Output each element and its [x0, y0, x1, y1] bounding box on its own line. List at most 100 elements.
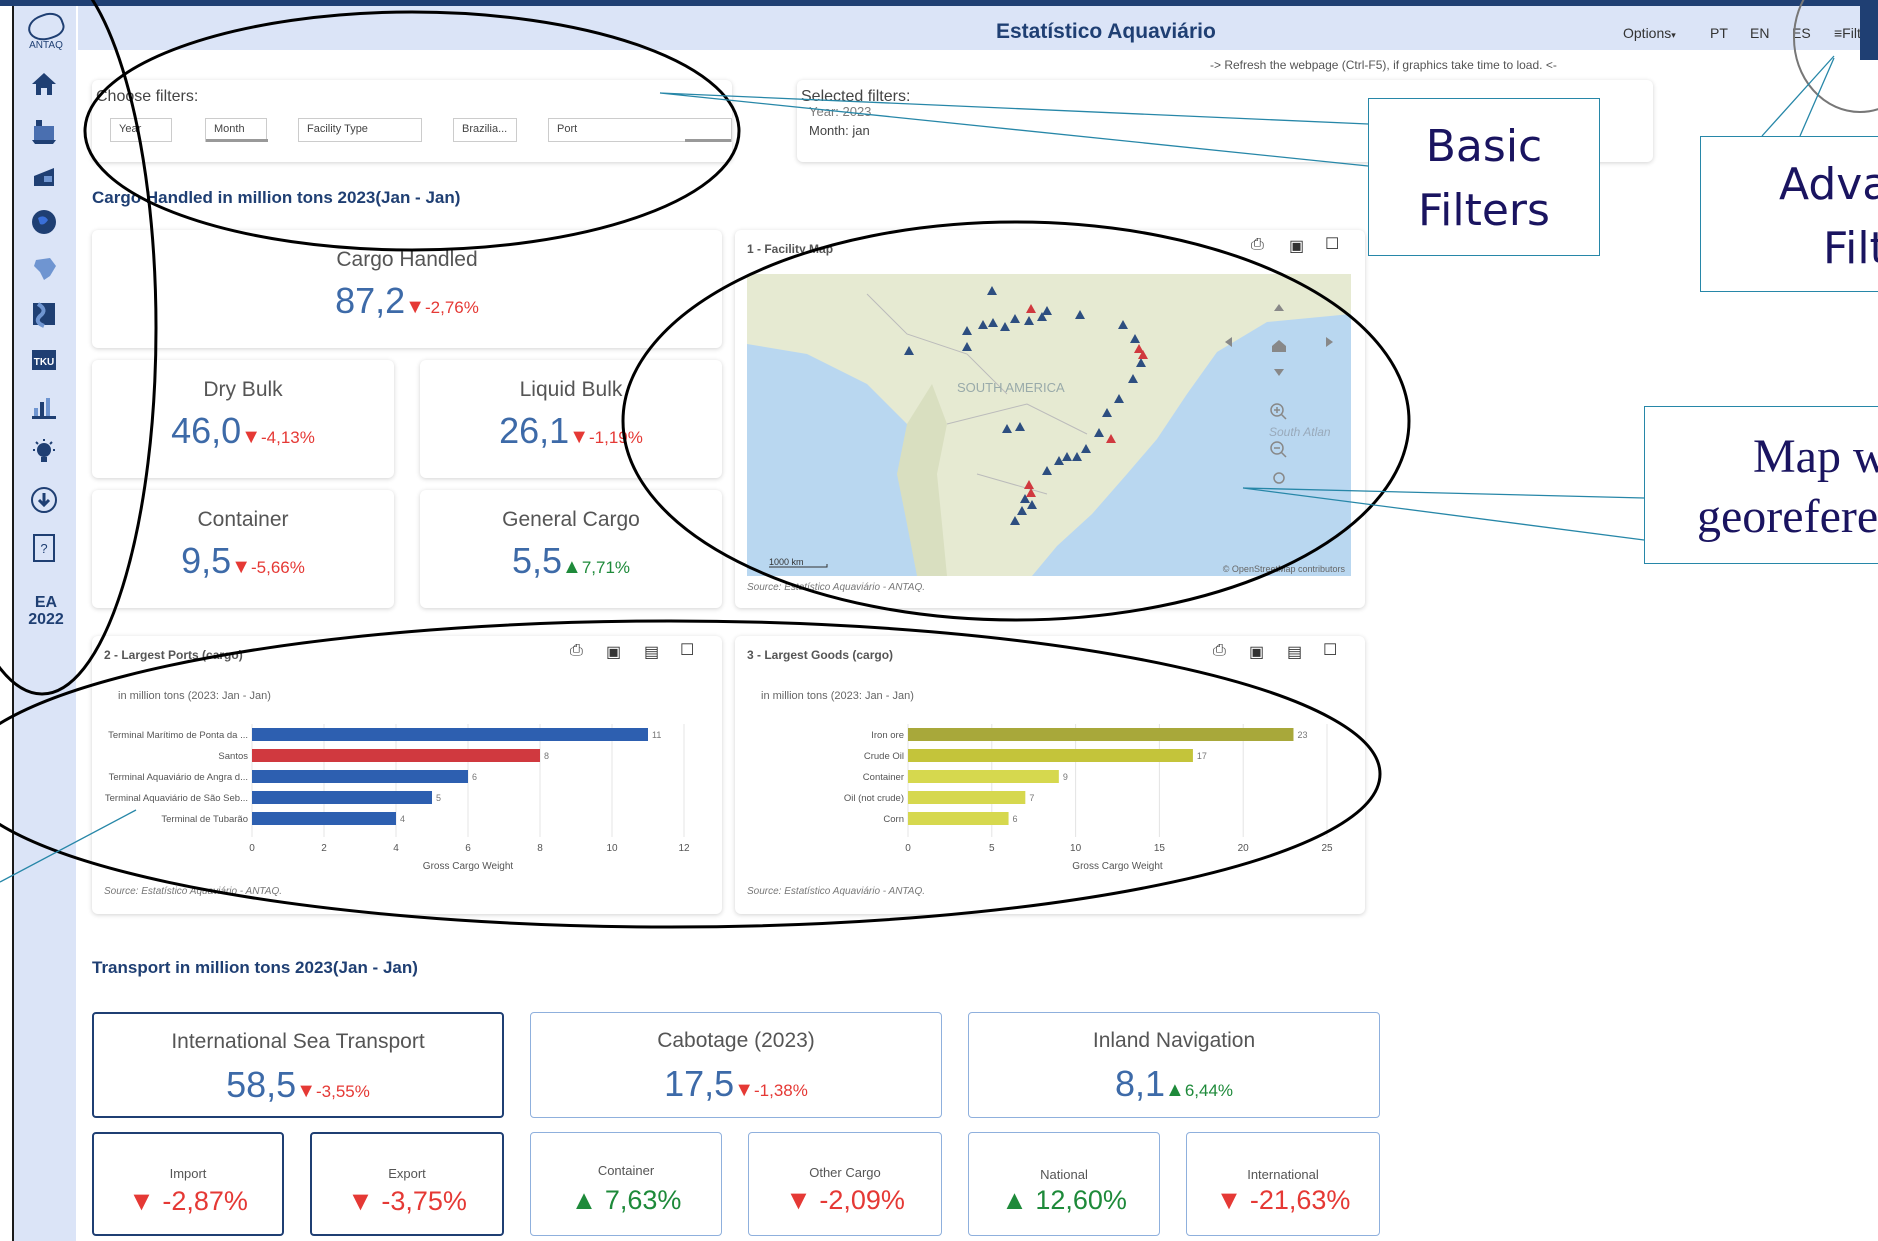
print-icon[interactable]: ⎙ — [1213, 642, 1226, 660]
kpi-general-cargo-value: 5,5▲7,71% — [420, 540, 722, 582]
help-document-icon[interactable]: ? — [28, 532, 60, 564]
print-icon[interactable]: ⎙ — [570, 642, 583, 660]
largest-ports-chart[interactable]: 0 2 4 6 8 10 12 Terminal Marítimo de Ponta da .… — [92, 716, 722, 876]
kpi-national[interactable]: National ▲ 12,60% — [968, 1132, 1160, 1236]
cargo-section-title: Cargo Handled in million tons 2023(Jan -… — [92, 188, 461, 207]
kpi-change: 12,60% — [1035, 1185, 1127, 1215]
bar — [908, 791, 1026, 804]
kpi-international-sea[interactable]: International Sea Transport 58,5▼-3,55% — [92, 1012, 504, 1118]
kpi-other-cargo-label: Other Cargo — [809, 1165, 881, 1180]
kpi-change: -1,38% — [754, 1081, 808, 1100]
kpi-cabotage-container[interactable]: Container ▲ 7,63% — [530, 1132, 722, 1236]
lang-es[interactable]: ES — [1792, 25, 1811, 41]
lightbulb-icon[interactable] — [28, 436, 60, 468]
tku-icon[interactable]: TKU — [28, 344, 60, 376]
port-cargo-icon[interactable] — [28, 114, 60, 146]
x-tick-label: 25 — [1321, 843, 1333, 854]
kpi-change: -3,75% — [381, 1186, 467, 1216]
x-tick-label: 6 — [465, 843, 471, 854]
app-title: Estatístico Aquaviário — [996, 20, 1216, 43]
fullscreen-icon[interactable]: ☐ — [1323, 640, 1337, 660]
kpi-general-cargo[interactable]: General Cargo 5,5▲7,71% — [420, 490, 722, 608]
filter-port[interactable]: Port — [548, 118, 732, 142]
bar-value-label: 7 — [1029, 793, 1034, 803]
logo-text: ANTAQ — [29, 40, 63, 51]
kpi-international[interactable]: International ▼ -21,63% — [1186, 1132, 1380, 1236]
kpi-cabotage[interactable]: Cabotage (2023) 17,5▼-1,38% — [530, 1012, 942, 1118]
bar — [252, 770, 468, 783]
kpi-inland-navigation[interactable]: Inland Navigation 8,1▲6,44% — [968, 1012, 1380, 1118]
down-arrow-icon: ▼ — [241, 426, 261, 448]
kpi-value: 8,1 — [1114, 1063, 1166, 1104]
ship-dock-icon[interactable] — [28, 160, 60, 192]
kpi-value: 46,0 — [171, 410, 242, 451]
facility-map-card: 1 - Facility Map ⎙ ▣ ☐ SOUTH AMERICA Sou… — [735, 230, 1365, 608]
largest-goods-chart[interactable]: 0 5 10 15 20 25 Iron ore 23 Crude Oil 17 Container… — [735, 716, 1365, 876]
largest-ports-card: 2 - Largest Ports (cargo) ⎙ ▣ ▤ ☐ in mil… — [92, 636, 722, 914]
antaq-logo[interactable]: ANTAQ — [22, 8, 70, 54]
bar-chart-icon[interactable] — [28, 390, 60, 422]
category-label: Container — [863, 772, 904, 783]
filter-facility-type-label: Facility Type — [307, 123, 368, 135]
kpi-export[interactable]: Export ▼ -3,75% — [310, 1132, 504, 1236]
kpi-change: 7,63% — [604, 1185, 682, 1215]
bar-value-label: 6 — [1013, 814, 1018, 824]
lang-pt[interactable]: PT — [1710, 25, 1728, 41]
kpi-change: -2,09% — [819, 1185, 905, 1215]
transport-section-title: Transport in million tons 2023(Jan - Jan… — [92, 958, 418, 977]
waterway-icon[interactable] — [28, 298, 60, 330]
print-icon[interactable]: ⎙ — [1251, 236, 1264, 254]
fullscreen-icon[interactable]: ☐ — [680, 640, 694, 660]
excel-export-icon[interactable]: ▤ — [1287, 642, 1302, 662]
download-icon[interactable] — [28, 484, 60, 516]
filter-facility-type[interactable]: Facility Type — [298, 118, 422, 142]
down-arrow-icon: ▼ — [1215, 1185, 1250, 1215]
kpi-import[interactable]: Import ▼ -2,87% — [92, 1132, 284, 1236]
filter-month[interactable]: Month — [205, 118, 268, 142]
up-arrow-icon: ▲ — [562, 556, 582, 578]
goods-subtitle: in million tons (2023: Jan - Jan) — [761, 690, 914, 702]
advanced-filters-callout: Adva Filt — [1700, 136, 1878, 292]
kpi-import-label: Import — [169, 1166, 207, 1181]
options-menu[interactable]: Options▾ — [1623, 25, 1676, 41]
callout-advanced-line1: Adva — [1779, 159, 1878, 210]
excel-export-icon[interactable]: ▤ — [644, 642, 659, 662]
filter-brazilian-region[interactable]: Brazilia... — [453, 118, 517, 142]
home-icon[interactable] — [28, 68, 60, 100]
image-export-icon[interactable]: ▣ — [1249, 642, 1264, 662]
kpi-cabotage-container-label: Container — [597, 1163, 655, 1178]
x-axis-label: Gross Cargo Weight — [1072, 861, 1163, 872]
facility-map[interactable]: SOUTH AMERICA South Atlan 1000 km © Open… — [747, 274, 1351, 576]
kpi-cargo-handled[interactable]: Cargo Handled 87,2▼-2,76% — [92, 230, 722, 348]
down-arrow-icon: ▼ — [296, 1080, 316, 1102]
kpi-change: -21,63% — [1249, 1185, 1351, 1215]
kpi-cabotage-value: 17,5▼-1,38% — [531, 1063, 941, 1105]
kpi-other-cargo[interactable]: Other Cargo ▼ -2,09% — [748, 1132, 942, 1236]
bar — [252, 812, 396, 825]
callout-map-line2: georefere — [1697, 490, 1878, 543]
kpi-export-label: Export — [388, 1166, 426, 1181]
filter-port-label: Port — [557, 123, 578, 135]
image-export-icon[interactable]: ▣ — [606, 642, 621, 662]
kpi-dry-bulk[interactable]: Dry Bulk 46,0▼-4,13% — [92, 360, 394, 478]
bar-value-label: 6 — [472, 772, 477, 782]
kpi-liquid-bulk[interactable]: Liquid Bulk 26,1▼-1,19% — [420, 360, 722, 478]
lang-en[interactable]: EN — [1750, 25, 1769, 41]
kpi-value: 87,2 — [335, 280, 406, 321]
bar — [908, 749, 1193, 762]
largest-ports-title: 2 - Largest Ports (cargo) — [104, 648, 243, 662]
category-label: Iron ore — [871, 730, 904, 741]
globe-icon[interactable] — [28, 206, 60, 238]
fullscreen-icon[interactable]: ☐ — [1325, 234, 1339, 254]
kpi-cabotage-label: Cabotage (2023) — [657, 1029, 815, 1052]
kpi-container[interactable]: Container 9,5▼-5,66% — [92, 490, 394, 608]
bar-value-label: 4 — [400, 814, 405, 824]
filter-year[interactable]: Year — [110, 118, 172, 142]
ea-2022-link[interactable]: EA 2022 — [22, 594, 70, 628]
callout-basic-line1: Basic — [1425, 121, 1543, 172]
x-tick-label: 0 — [249, 843, 255, 854]
brazil-map-icon[interactable] — [28, 252, 60, 284]
x-tick-label: 10 — [606, 843, 618, 854]
category-label: Corn — [883, 814, 904, 825]
image-export-icon[interactable]: ▣ — [1289, 236, 1304, 256]
